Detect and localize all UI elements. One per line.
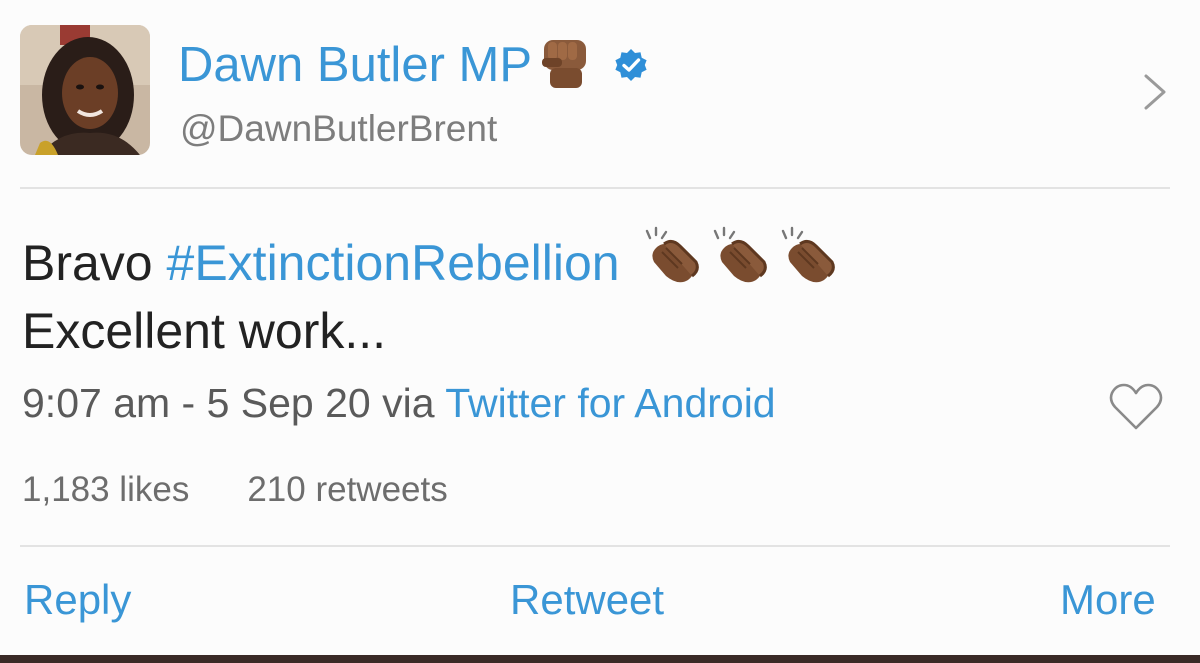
retweets-count[interactable]: 210 retweets [247,470,447,509]
tweet-card: Dawn Butler MP @DawnButlerBrent Bravo #E… [0,0,1200,655]
tweet-stats: 1,183 likes 210 retweets [22,470,448,510]
raised-fist-icon [534,32,594,92]
tweet-text: Bravo #ExtinctionRebellion Excellent wor… [22,222,846,365]
verified-badge-icon [614,48,648,82]
heart-icon[interactable] [1108,382,1164,432]
reply-button[interactable]: Reply [24,576,131,624]
chevron-right-icon[interactable] [1142,72,1170,112]
author-avatar[interactable] [20,25,150,155]
clapping-hands-icon [645,226,699,283]
tweet-timestamp: 9:07 am - 5 Sep 20 via [22,380,446,426]
retweet-button[interactable]: Retweet [510,576,664,624]
display-name-row[interactable]: Dawn Butler MP [178,30,648,100]
tweet-text-prefix: Bravo [22,235,167,291]
hashtag-link[interactable]: #ExtinctionRebellion [167,235,620,291]
display-name[interactable]: Dawn Butler MP [178,40,532,90]
clapping-hands-icon [713,226,767,283]
clapping-hands-icon [781,226,835,283]
tweet-line-2: Excellent work... [22,303,387,359]
actions-divider [20,545,1170,547]
tweet-line-1: Bravo #ExtinctionRebellion [22,222,846,297]
author-handle[interactable]: @DawnButlerBrent [180,108,497,150]
bottom-edge [0,655,1200,663]
more-button[interactable]: More [1060,576,1156,624]
likes-count[interactable]: 1,183 likes [22,470,189,509]
header-divider [20,187,1170,189]
clap-emoji-group [642,222,846,286]
tweet-meta: 9:07 am - 5 Sep 20 via Twitter for Andro… [22,380,776,427]
tweet-source-link[interactable]: Twitter for Android [445,380,775,426]
